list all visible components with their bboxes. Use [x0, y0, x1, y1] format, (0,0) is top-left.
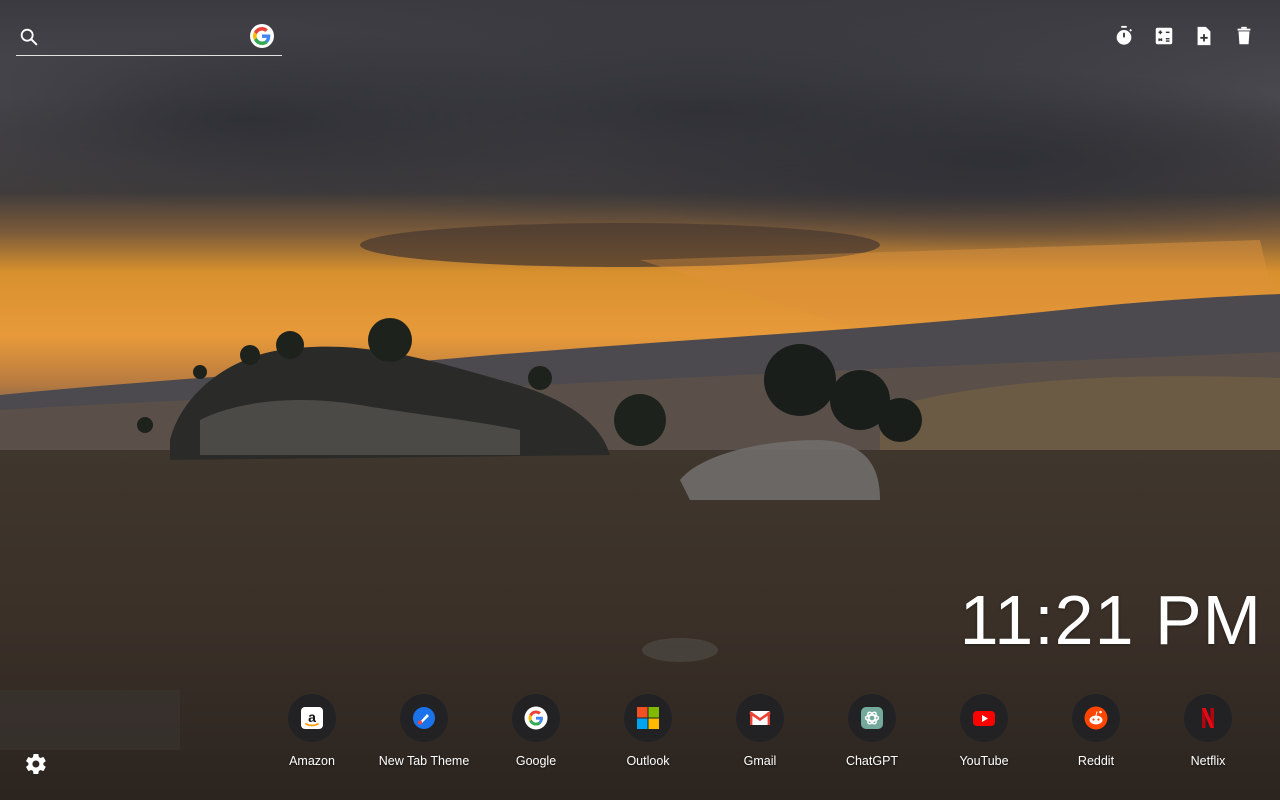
shortcut-tile: a [288, 694, 336, 742]
shortcut-tile [400, 694, 448, 742]
search-engine-button[interactable] [250, 24, 274, 48]
amazon-icon: a [300, 706, 324, 730]
shortcut-tile [960, 694, 1008, 742]
microsoft-icon [636, 706, 660, 730]
search-input[interactable] [50, 24, 244, 52]
shortcut-label: Reddit [1077, 754, 1115, 768]
shortcut-google[interactable]: Google [480, 694, 592, 774]
shortcut-tile [624, 694, 672, 742]
shortcut-outlook[interactable]: Outlook [592, 694, 704, 774]
search-icon [20, 28, 38, 46]
shortcut-tile [848, 694, 896, 742]
shortcut-youtube[interactable]: YouTube [928, 694, 1040, 774]
shortcut-reddit[interactable]: Reddit [1040, 694, 1152, 774]
new-tab-theme-icon [412, 706, 436, 730]
shortcut-label: New Tab Theme [378, 754, 470, 768]
shortcut-tile [736, 694, 784, 742]
new-note-button[interactable] [1192, 24, 1216, 48]
clock: 11:21 PM [959, 581, 1262, 659]
shortcut-chatgpt[interactable]: ChatGPT [816, 694, 928, 774]
calculator-icon [1155, 27, 1173, 45]
timer-button[interactable] [1112, 24, 1136, 48]
gear-icon [26, 753, 46, 775]
trash-icon [1237, 26, 1251, 45]
shortcut-label: ChatGPT [845, 754, 899, 768]
netflix-icon [1196, 706, 1220, 730]
svg-text:a: a [308, 709, 316, 725]
shortcut-netflix[interactable]: Netflix [1152, 694, 1264, 774]
new-tab-page: 11:21 PM a Amazon New Tab Theme Google O… [0, 0, 1280, 800]
shortcut-tile [512, 694, 560, 742]
note-add-icon [1197, 26, 1211, 46]
settings-button[interactable] [24, 752, 48, 776]
shortcuts-row: a Amazon New Tab Theme Google Outlook Gm… [256, 694, 1264, 774]
search-bar [16, 20, 282, 56]
shortcut-tile [1184, 694, 1232, 742]
shortcut-label: Outlook [626, 754, 670, 768]
shortcut-label: Netflix [1190, 754, 1226, 768]
shortcut-gmail[interactable]: Gmail [704, 694, 816, 774]
shortcut-label: Google [515, 754, 557, 768]
reddit-icon [1084, 706, 1108, 730]
shortcut-amazon[interactable]: a Amazon [256, 694, 368, 774]
google-g-icon [253, 27, 271, 45]
shortcut-new-tab-theme[interactable]: New Tab Theme [368, 694, 480, 774]
shortcut-tile [1072, 694, 1120, 742]
delete-button[interactable] [1232, 24, 1256, 48]
shortcut-label: Gmail [743, 754, 777, 768]
shortcut-label: YouTube [959, 754, 1009, 768]
google-icon [524, 706, 548, 730]
timer-icon [1116, 25, 1132, 45]
chatgpt-icon [860, 706, 884, 730]
top-toolbar [1112, 24, 1256, 48]
calculator-button[interactable] [1152, 24, 1176, 48]
gmail-icon [748, 706, 772, 730]
youtube-icon [972, 706, 996, 730]
background-wallpaper [0, 0, 1280, 800]
shortcut-label: Amazon [289, 754, 335, 768]
